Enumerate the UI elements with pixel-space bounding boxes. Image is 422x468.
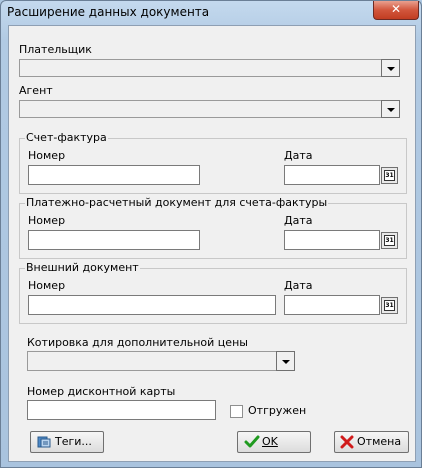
shipped-checkbox[interactable] xyxy=(230,405,243,418)
external-doc-date-label: Дата xyxy=(284,279,313,292)
payment-doc-date-input[interactable] xyxy=(284,230,380,250)
cancel-button[interactable]: Отмена xyxy=(334,431,409,453)
payment-doc-number-input[interactable] xyxy=(28,230,200,250)
quote-dropdown-button[interactable] xyxy=(276,351,295,371)
discount-card-input[interactable] xyxy=(27,400,216,420)
ok-button-label: OK xyxy=(262,435,278,448)
payment-doc-group: Платежно-расчетный документ для счета-фа… xyxy=(19,196,407,259)
tags-button[interactable]: Теги... xyxy=(30,431,104,453)
checkmark-icon xyxy=(244,435,260,448)
invoice-group: Счет-фактура Номер Дата 31 xyxy=(19,131,407,194)
dialog-client-area: Плательщик Агент Счет-фактура Номер Дата… xyxy=(8,25,416,462)
external-doc-calendar-button[interactable]: 31 xyxy=(381,297,398,314)
ok-button[interactable]: OK xyxy=(237,431,311,453)
calendar-icon: 31 xyxy=(384,235,395,246)
dialog-window: Расширение данных документа ✕ Плательщик… xyxy=(0,0,422,468)
external-doc-date-input[interactable] xyxy=(284,295,380,315)
invoice-date-input[interactable] xyxy=(284,165,380,185)
external-doc-number-label: Номер xyxy=(28,279,66,292)
chevron-down-icon xyxy=(282,360,290,364)
title-bar[interactable]: Расширение данных документа ✕ xyxy=(1,1,421,25)
payment-doc-calendar-button[interactable]: 31 xyxy=(381,232,398,249)
external-doc-group-label: Внешний документ xyxy=(25,261,140,274)
discount-card-label: Номер дисконтной карты xyxy=(27,385,176,398)
invoice-date-label: Дата xyxy=(284,149,313,162)
cancel-button-label: Отмена xyxy=(357,435,402,448)
window-title: Расширение данных документа xyxy=(7,5,210,19)
payment-doc-number-label: Номер xyxy=(28,214,66,227)
payer-label: Плательщик xyxy=(19,43,92,56)
agent-combobox[interactable] xyxy=(19,100,400,118)
invoice-number-input[interactable] xyxy=(28,165,200,185)
quote-combobox[interactable] xyxy=(27,351,295,371)
tags-button-label: Теги... xyxy=(55,435,92,448)
calendar-icon: 31 xyxy=(384,300,395,311)
invoice-group-label: Счет-фактура xyxy=(25,131,108,144)
cross-icon xyxy=(340,435,354,449)
agent-dropdown-button[interactable] xyxy=(381,100,400,118)
calendar-icon: 31 xyxy=(384,170,395,181)
quote-label: Котировка для дополнительной цены xyxy=(27,336,248,349)
payment-doc-date-label: Дата xyxy=(284,214,313,227)
payer-dropdown-button[interactable] xyxy=(381,59,400,77)
agent-label: Агент xyxy=(19,84,53,97)
external-doc-number-input[interactable] xyxy=(28,295,276,315)
invoice-calendar-button[interactable]: 31 xyxy=(381,167,398,184)
chevron-down-icon xyxy=(387,67,395,71)
chevron-down-icon xyxy=(387,108,395,112)
external-doc-group: Внешний документ Номер Дата 31 xyxy=(19,261,407,324)
shipped-label: Отгружен xyxy=(248,404,307,417)
payer-combobox[interactable] xyxy=(19,59,400,77)
close-button[interactable]: ✕ xyxy=(373,1,419,20)
payment-doc-group-label: Платежно-расчетный документ для счета-фа… xyxy=(25,196,329,209)
close-icon: ✕ xyxy=(390,2,402,16)
invoice-number-label: Номер xyxy=(28,149,66,162)
tag-icon xyxy=(37,436,51,448)
